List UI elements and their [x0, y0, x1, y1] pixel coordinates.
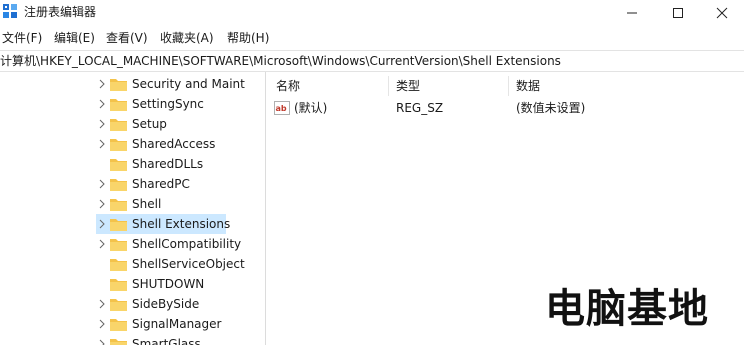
folder-icon	[110, 259, 127, 271]
folder-icon	[110, 219, 127, 231]
column-divider[interactable]	[508, 76, 509, 96]
tree-item-label: Security and Mainte	[132, 77, 245, 91]
value-name: (默认)	[294, 101, 328, 115]
svg-text:ab: ab	[276, 104, 287, 113]
tree-item-label: Setup	[132, 117, 167, 131]
folder-icon	[110, 99, 127, 111]
menu-view[interactable]: 查看(V)	[106, 30, 148, 46]
string-value-icon: ab	[274, 101, 290, 115]
chevron-right-icon[interactable]	[98, 219, 106, 229]
tree-item[interactable]: ShellServiceObjectD	[96, 254, 245, 274]
window-title: 注册表编辑器	[24, 5, 97, 19]
tree-item[interactable]: SignalManager	[96, 314, 245, 334]
tree-item[interactable]: Security and Mainte	[96, 74, 245, 94]
folder-icon	[110, 339, 127, 345]
value-data: (数值未设置)	[516, 101, 586, 115]
folder-icon	[110, 79, 127, 91]
tree-item-label: SHUTDOWN	[132, 277, 205, 291]
maximize-icon	[673, 8, 683, 18]
tree-item[interactable]: SharedAccess	[96, 134, 245, 154]
tree-item-label: SharedPC	[132, 177, 190, 191]
chevron-right-icon[interactable]	[98, 299, 106, 309]
tree-item-selected[interactable]: Shell Extensions	[96, 214, 230, 234]
registry-editor-icon	[3, 4, 17, 18]
folder-icon	[110, 139, 127, 151]
tree-item[interactable]: SmartGlass	[96, 334, 245, 345]
minimize-button[interactable]	[612, 0, 652, 26]
menu-favorites[interactable]: 收藏夹(A)	[160, 30, 214, 46]
address-path[interactable]: 计算机\HKEY_LOCAL_MACHINE\SOFTWARE\Microsof…	[0, 53, 561, 69]
chevron-right-icon[interactable]	[98, 139, 106, 149]
chevron-right-icon[interactable]	[98, 339, 106, 345]
address-bar[interactable]: 计算机\HKEY_LOCAL_MACHINE\SOFTWARE\Microsof…	[0, 50, 744, 72]
tree-item[interactable]: ShellCompatibility	[96, 234, 245, 254]
tree-item[interactable]: SharedDLLs	[96, 154, 245, 174]
column-header-data[interactable]: 数据	[516, 78, 540, 94]
chevron-right-icon[interactable]	[98, 199, 106, 209]
tree-item[interactable]: SHUTDOWN	[96, 274, 245, 294]
menu-help[interactable]: 帮助(H)	[227, 30, 269, 46]
menu-file[interactable]: 文件(F)	[2, 30, 42, 46]
tree-item-label: ShellCompatibility	[132, 237, 242, 251]
value-type: REG_SZ	[396, 101, 444, 115]
tree-item[interactable]: SharedPC	[96, 174, 245, 194]
folder-icon	[110, 199, 127, 211]
tree-item-label: SideBySide	[132, 297, 200, 311]
title-bar: 注册表编辑器	[0, 0, 744, 26]
chevron-right-icon[interactable]	[98, 79, 106, 89]
close-button[interactable]	[702, 0, 742, 26]
folder-icon	[110, 239, 127, 251]
value-row[interactable]: ab (默认) REG_SZ (数值未设置)	[266, 98, 744, 118]
chevron-right-icon[interactable]	[98, 239, 106, 249]
chevron-right-icon[interactable]	[98, 119, 106, 129]
folder-icon	[110, 119, 127, 131]
tree-item[interactable]: Shell	[96, 194, 245, 214]
column-header-type[interactable]: 类型	[396, 78, 420, 94]
registry-tree[interactable]: Security and Mainte SettingSync Setup Sh…	[0, 72, 245, 345]
tree-item-label: SmartGlass	[132, 337, 201, 345]
menu-edit[interactable]: 编辑(E)	[54, 30, 95, 46]
folder-icon	[110, 179, 127, 191]
tree-item[interactable]: Setup	[96, 114, 245, 134]
chevron-right-icon[interactable]	[98, 99, 106, 109]
tree-item-label: ShellServiceObjectD	[132, 257, 245, 271]
tree-item[interactable]: SettingSync	[96, 94, 245, 114]
chevron-right-icon[interactable]	[98, 179, 106, 189]
tree-item[interactable]: SideBySide	[96, 294, 245, 314]
tree-item-label: SignalManager	[132, 317, 222, 331]
column-header-name[interactable]: 名称	[276, 78, 300, 94]
tree-scrollbar[interactable]	[247, 72, 265, 345]
tree-item-label: SharedDLLs	[132, 157, 204, 171]
tree-item-label: SettingSync	[132, 97, 204, 111]
tree-item-label: SharedAccess	[132, 137, 216, 151]
folder-icon	[110, 319, 127, 331]
tree-item-label: Shell	[132, 197, 162, 211]
column-divider[interactable]	[388, 76, 389, 96]
minimize-icon	[627, 12, 637, 14]
folder-icon	[110, 159, 127, 171]
maximize-button[interactable]	[658, 0, 698, 26]
close-icon	[716, 7, 728, 19]
tree-item-label: Shell Extensions	[132, 217, 231, 231]
watermark: 电脑基地	[545, 286, 709, 332]
folder-icon	[110, 299, 127, 311]
menu-bar: 文件(F) 编辑(E) 查看(V) 收藏夹(A) 帮助(H)	[0, 28, 744, 48]
folder-icon	[110, 279, 127, 291]
chevron-right-icon[interactable]	[98, 319, 106, 329]
